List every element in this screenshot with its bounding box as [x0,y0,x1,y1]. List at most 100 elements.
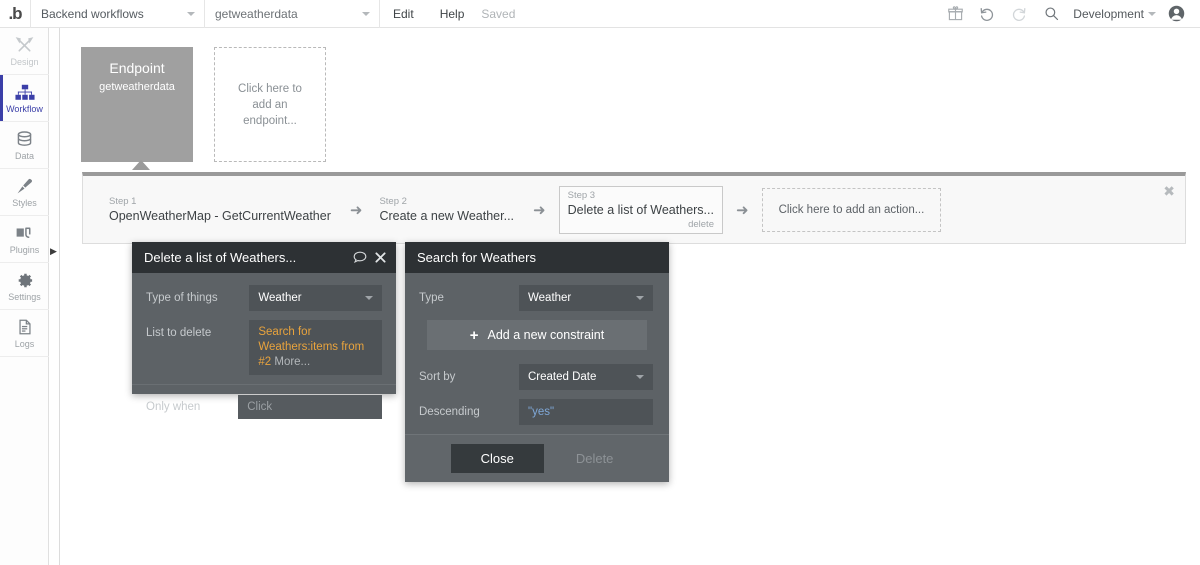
search-type-label: Type [419,292,444,304]
search-panel-body: Type Weather [405,273,669,311]
menu-edit[interactable]: Edit [380,0,427,28]
only-when-placeholder: Click [247,401,273,413]
menu-help[interactable]: Help [427,0,478,28]
sidebar-item-data[interactable]: Data [0,122,49,169]
endpoint-card-title: Endpoint [109,60,165,76]
delete-list-panel: Delete a list of Weathers... Type of thi… [132,242,396,419]
sidebar-item-design[interactable]: Design [0,28,49,75]
step-name: OpenWeatherMap - GetCurrentWeather [109,209,331,223]
plug-icon [15,223,34,243]
sidebar-item-label: Data [14,151,34,161]
steps-row: Step 1 OpenWeatherMap - GetCurrentWeathe… [83,176,1185,244]
page-selector[interactable]: getweatherdata [205,0,380,28]
sidebar-item-settings[interactable]: Settings [0,263,49,310]
sidebar-item-label: Design [10,57,39,67]
arrow-right-icon: ➜ [349,202,363,219]
sort-by-label: Sort by [419,371,456,383]
comment-bubble-icon[interactable] [353,251,367,264]
sort-by-dropdown[interactable]: Created Date [519,364,653,390]
chevron-down-icon [636,296,644,300]
steps-panel: ✖ Step 1 OpenWeatherMap - GetCurrentWeat… [82,172,1186,244]
only-when-label: Only when [146,401,201,413]
sidebar-item-label: Styles [12,198,37,208]
save-status: Saved [481,6,516,21]
list-to-delete-label: List to delete [146,327,212,339]
panel-title: Delete a list of Weathers... [144,250,297,265]
only-when-row: Only when Click [132,385,396,431]
step-name: Create a new Weather... [379,209,515,223]
sidebar-item-styles[interactable]: Styles [0,169,49,216]
delete-list-panel-header: Delete a list of Weathers... [132,242,396,273]
sidebar-item-plugins[interactable]: Plugins [0,216,49,263]
chevron-down-icon [1148,11,1156,16]
page-selector-label: getweatherdata [215,6,298,21]
search-type-dropdown[interactable]: Weather [519,285,653,311]
descending-value: "yes" [528,405,555,418]
endpoint-card[interactable]: Endpoint getweatherdata [81,47,193,162]
sidebar-item-label: Settings [8,292,41,302]
search-for-weathers-panel: Search for Weathers Type Weather + Add a… [405,242,669,482]
step-action-type: delete [688,219,714,230]
app-section-selector-label: Backend workflows [41,6,144,21]
search-icon[interactable] [1035,0,1067,28]
chevron-down-icon [365,296,373,300]
close-icon[interactable] [375,252,386,263]
close-button[interactable]: Close [450,444,544,473]
canvas-divider [59,28,60,565]
step-name: Delete a list of Weathers... [567,203,714,217]
arrow-right-icon: ➜ [735,202,749,219]
design-tools-icon [15,35,34,55]
search-type-row: Type Weather [419,285,655,311]
expand-sidebar-arrow-icon[interactable]: ▶ [50,245,59,257]
undo-icon[interactable] [971,0,1003,28]
descending-row: Descending "yes" [419,399,655,425]
sort-by-value: Created Date [528,370,597,383]
left-sidebar: Design Workflow Data Styles Plugins Sett… [0,28,49,565]
add-constraint-button[interactable]: + Add a new constraint [427,320,647,350]
step-number: Step 3 [567,190,596,201]
workflow-step-3[interactable]: Step 3 Delete a list of Weathers... dele… [558,186,723,234]
redo-icon [1003,0,1035,28]
only-when-field[interactable]: Click [238,395,382,419]
step-number: Step 2 [379,196,407,207]
endpoint-card-name: getweatherdata [99,81,175,93]
list-to-delete-more-link[interactable]: More... [274,356,310,368]
top-bar-right-tools: Development [939,0,1200,28]
workflow-step-2[interactable]: Step 2 Create a new Weather... [375,186,520,234]
bubble-logo-icon[interactable]: .b [0,0,30,28]
type-of-things-row: Type of things Weather [146,285,382,311]
sidebar-item-workflow[interactable]: Workflow [0,75,49,122]
workflow-step-1[interactable]: Step 1 OpenWeatherMap - GetCurrentWeathe… [105,186,337,234]
database-icon [15,129,34,149]
paintbrush-icon [15,176,34,196]
sidebar-item-label: Workflow [6,104,43,114]
plus-icon: + [469,326,479,344]
sidebar-item-logs[interactable]: Logs [0,310,49,357]
add-action-placeholder[interactable]: Click here to add an action... [761,188,942,232]
type-of-things-dropdown[interactable]: Weather [249,285,382,311]
version-selector[interactable]: Development [1067,0,1160,28]
version-selector-label: Development [1073,6,1144,21]
descending-field[interactable]: "yes" [519,399,653,425]
add-endpoint-placeholder[interactable]: Click here to add an endpoint... [214,47,326,162]
account-avatar-icon[interactable] [1160,0,1192,28]
search-panel-header: Search for Weathers [405,242,669,273]
step-number: Step 1 [109,196,137,207]
top-bar: .b Backend workflows getweatherdata Edit… [0,0,1200,28]
list-to-delete-field[interactable]: Search for Weathers:items from #2 More..… [249,320,382,375]
sort-by-row: Sort by Created Date [419,364,655,390]
chevron-down-icon [187,11,195,16]
sidebar-item-label: Logs [14,339,35,349]
type-of-things-label: Type of things [146,292,218,304]
type-of-things-value: Weather [258,291,302,304]
app-section-selector[interactable]: Backend workflows [30,0,205,28]
workflow-tree-icon [14,82,35,102]
search-panel-footer: Close Delete [405,434,669,482]
delete-button: Delete [575,451,614,466]
sidebar-item-label: Plugins [9,245,40,255]
gift-icon[interactable] [939,0,971,28]
steps-panel-notch [132,160,150,170]
list-to-delete-row: List to delete Search for Weathers:items… [146,320,382,375]
search-type-value: Weather [528,291,572,304]
add-constraint-label: Add a new constraint [487,328,605,342]
